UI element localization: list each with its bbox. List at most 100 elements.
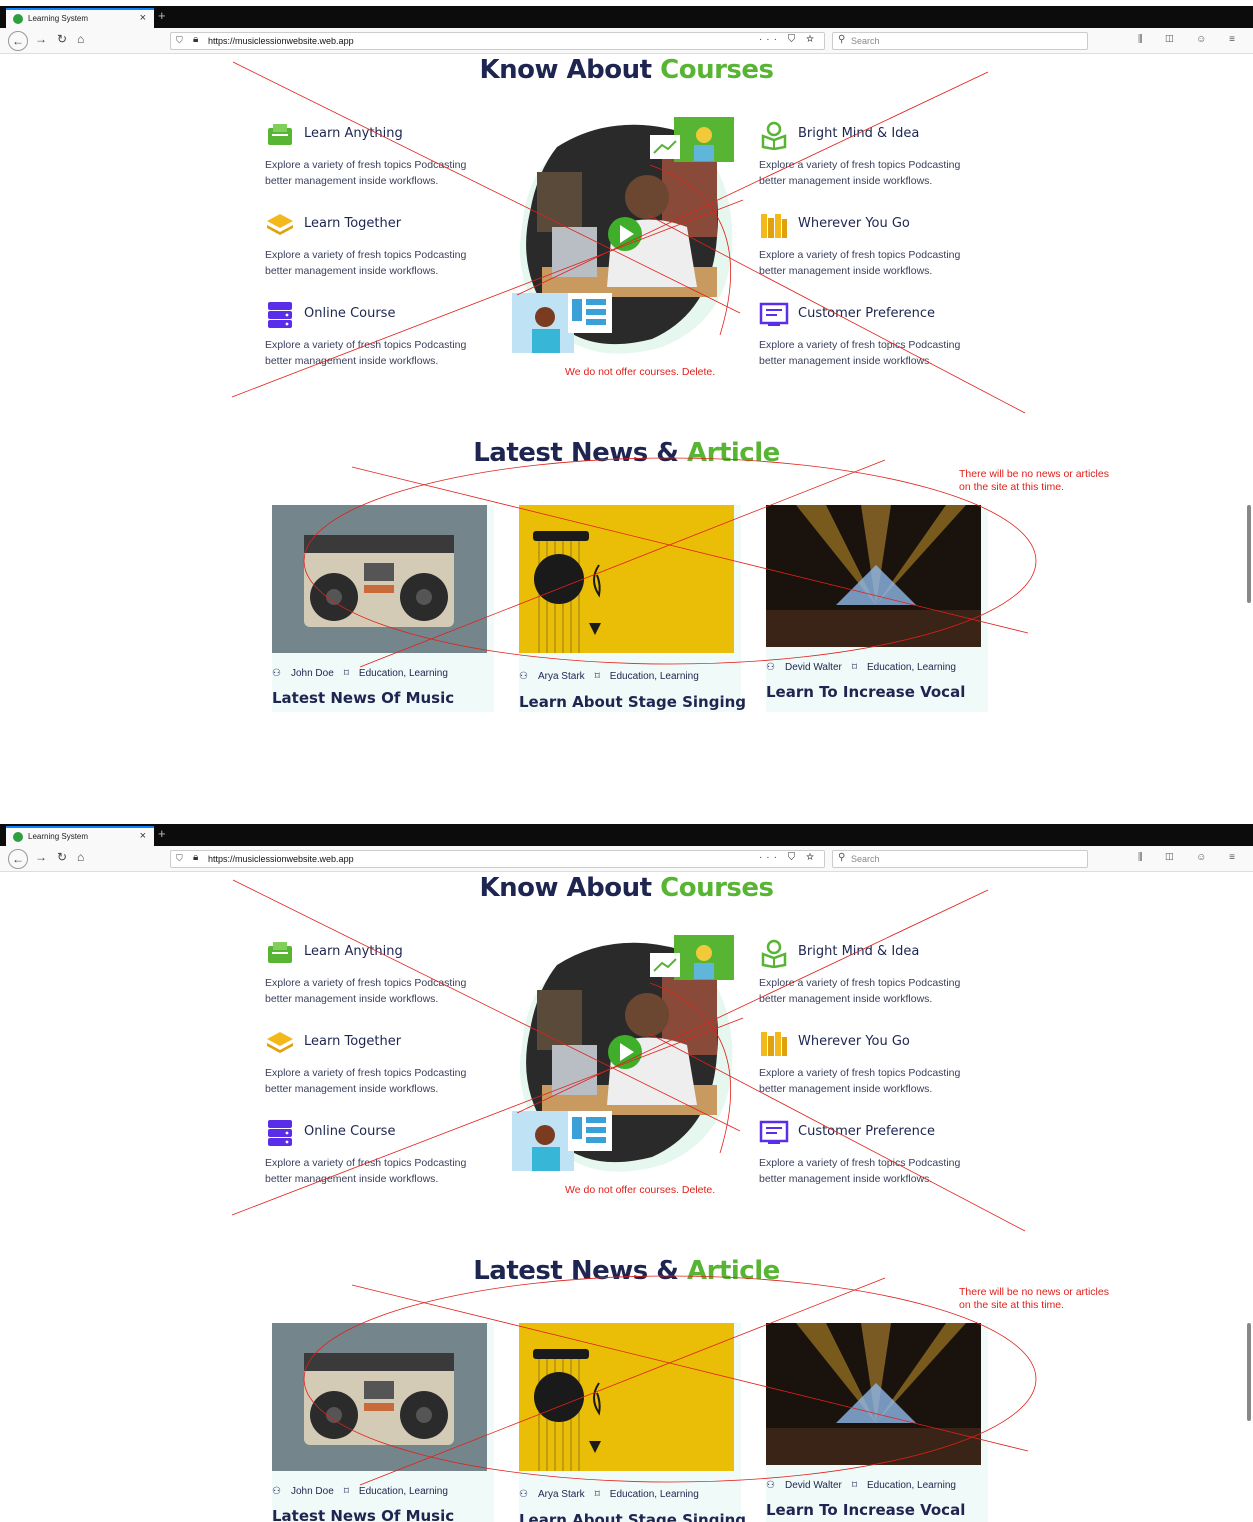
news-annotation-line: There will be no news or articles — [959, 1286, 1109, 1298]
card-title[interactable]: Latest News Of Music — [272, 689, 454, 707]
feature-desc: Explore a variety of fresh topics Podcas… — [265, 339, 467, 367]
forward-icon[interactable]: → — [35, 850, 47, 864]
idea-icon — [761, 939, 787, 968]
news-card[interactable]: ⚇ John Doe ⌑ Education, Learning Latest New… — [272, 1323, 494, 1522]
library-icon — [761, 214, 787, 238]
back-icon[interactable]: ← — [8, 849, 28, 869]
card-meta: ⚇ Devid Walter ⌑ Education, Learning — [766, 1480, 966, 1491]
card-category[interactable]: Education, Learning — [867, 662, 956, 673]
card-meta: ⚇ Arya Stark ⌑ Education, Learning — [519, 671, 709, 682]
browser-tab[interactable]: Learning System × — [6, 8, 154, 28]
news-card[interactable]: ⚇ Arya Stark ⌑ Education, Learning Learn Ab… — [519, 1323, 746, 1522]
feature-title: Wherever You Go — [798, 1034, 910, 1049]
card-author[interactable]: John Doe — [291, 1486, 334, 1497]
card-author[interactable]: Arya Stark — [538, 1489, 585, 1500]
news-card[interactable]: ⚇ John Doe ⌑ Education, Learning Latest New… — [272, 505, 494, 712]
search-input[interactable]: ⚲ Search — [832, 850, 1088, 868]
url-text: https://musiclessionwebsite.web.app — [208, 36, 354, 46]
home-icon[interactable]: ⌂ — [77, 32, 84, 46]
news-card[interactable]: ⚇ Devid Walter ⌑ Education, Learning Learn … — [766, 505, 988, 712]
home-icon[interactable]: ⌂ — [77, 850, 84, 864]
courses-heading: Know About Courses — [0, 55, 1253, 85]
card-title[interactable]: Learn About Stage Singing — [519, 693, 746, 711]
nav-bar: ← → ↻ ⌂ ⛉ 🔒︎ https://musiclessionwebsite… — [0, 846, 1253, 872]
tab-bar: Learning System × + — [0, 6, 1253, 28]
hero-video-thumbnail[interactable] — [512, 117, 740, 357]
feature-title: Bright Mind & Idea — [798, 126, 920, 141]
url-bar[interactable]: ⛉ 🔒︎ https://musiclessionwebsite.web.app… — [170, 32, 825, 50]
news-card[interactable]: ⚇ Devid Walter ⌑ Education, Learning Learn … — [766, 1323, 988, 1522]
feature-desc: Explore a variety of fresh topics Podcas… — [265, 249, 467, 277]
certificate-icon — [759, 1120, 789, 1144]
close-tab-icon[interactable]: × — [140, 12, 146, 24]
card-author[interactable]: Devid Walter — [785, 662, 842, 673]
card-title[interactable]: Learn About Stage Singing — [519, 1511, 746, 1522]
layers-icon — [267, 1032, 293, 1053]
screenshot-bottom: Learning System × + ← → ↻ ⌂ ⛉ 🔒︎ https:/… — [0, 818, 1253, 1522]
lock-icon: 🔒︎ — [193, 852, 199, 863]
layers-icon — [267, 214, 293, 235]
feature-title: Learn Together — [304, 1034, 402, 1049]
certificate-icon — [759, 302, 789, 326]
card-category[interactable]: Education, Learning — [610, 671, 699, 682]
card-category[interactable]: Education, Learning — [610, 1489, 699, 1500]
card-title[interactable]: Learn To Increase Vocal — [766, 683, 965, 701]
server-icon — [268, 1120, 292, 1146]
feature-title: Customer Preference — [798, 306, 935, 321]
url-text: https://musiclessionwebsite.web.app — [208, 854, 354, 864]
reload-icon[interactable]: ↻ — [57, 32, 67, 46]
card-meta: ⚇ John Doe ⌑ Education, Learning — [272, 1486, 458, 1497]
favicon-icon — [13, 832, 23, 842]
tab-title: Learning System — [28, 832, 89, 841]
boombox-image — [272, 1323, 487, 1471]
card-author[interactable]: John Doe — [291, 668, 334, 679]
feature-desc: Explore a variety of fresh topics Podcas… — [265, 159, 467, 187]
shield-icon[interactable]: ⛉ — [176, 35, 183, 46]
page-actions-icon[interactable]: ··· ⛉ ☆ — [759, 852, 818, 863]
feature-title: Learn Anything — [304, 944, 403, 959]
feature-desc: Explore a variety of fresh topics Podcas… — [759, 159, 961, 187]
shield-icon[interactable]: ⛉ — [176, 853, 183, 864]
author-icon: ⚇ — [272, 668, 281, 679]
new-tab-icon[interactable]: + — [158, 8, 166, 23]
favicon-icon — [13, 14, 23, 24]
url-bar[interactable]: ⛉ 🔒︎ https://musiclessionwebsite.web.app… — [170, 850, 825, 868]
bookmark-icon: ⌑ — [594, 1489, 600, 1500]
back-icon[interactable]: ← — [8, 31, 28, 51]
toolbar-icons[interactable]: ⫼ ◫ ☺ ≡ — [1138, 34, 1245, 45]
bookmark-icon: ⌑ — [851, 662, 857, 673]
lock-icon: 🔒︎ — [193, 34, 199, 45]
news-annotation-line: on the site at this time. — [959, 481, 1065, 493]
search-input[interactable]: ⚲ Search — [832, 32, 1088, 50]
feature-title: Learn Anything — [304, 126, 403, 141]
nav-bar: ← → ↻ ⌂ ⛉ 🔒︎ https://musiclessionwebsite… — [0, 28, 1253, 54]
forward-icon[interactable]: → — [35, 32, 47, 46]
card-category[interactable]: Education, Learning — [359, 668, 448, 679]
idea-icon — [761, 121, 787, 150]
card-category[interactable]: Education, Learning — [359, 1486, 448, 1497]
search-icon: ⚲ — [838, 34, 846, 45]
toolbar-icons[interactable]: ⫼ ◫ ☺ ≡ — [1138, 852, 1245, 863]
card-author[interactable]: Arya Stark — [538, 671, 585, 682]
card-category[interactable]: Education, Learning — [867, 1480, 956, 1491]
card-author[interactable]: Devid Walter — [785, 1480, 842, 1491]
card-meta: ⚇ John Doe ⌑ Education, Learning — [272, 668, 458, 679]
courses-heading-accent: Courses — [660, 873, 774, 903]
close-tab-icon[interactable]: × — [140, 830, 146, 842]
card-title[interactable]: Latest News Of Music — [272, 1507, 454, 1522]
reload-icon[interactable]: ↻ — [57, 850, 67, 864]
new-tab-icon[interactable]: + — [158, 826, 166, 841]
card-title[interactable]: Learn To Increase Vocal — [766, 1501, 965, 1519]
author-icon: ⚇ — [766, 662, 775, 673]
news-heading: Latest News & Article — [0, 438, 1253, 468]
news-annotation-line: on the site at this time. — [959, 1299, 1065, 1311]
browser-tab[interactable]: Learning System × — [6, 826, 154, 846]
bookmark-icon: ⌑ — [594, 671, 600, 682]
page-actions-icon[interactable]: ··· ⛉ ☆ — [759, 34, 818, 45]
feature-desc: Explore a variety of fresh topics Podcas… — [759, 339, 961, 367]
feature-title: Online Course — [304, 1124, 396, 1139]
bookmark-icon: ⌑ — [343, 668, 349, 679]
news-card[interactable]: ⚇ Arya Stark ⌑ Education, Learning Learn Ab… — [519, 505, 746, 712]
courses-heading-text: Know About — [479, 55, 661, 85]
hero-video-thumbnail[interactable] — [512, 935, 740, 1175]
